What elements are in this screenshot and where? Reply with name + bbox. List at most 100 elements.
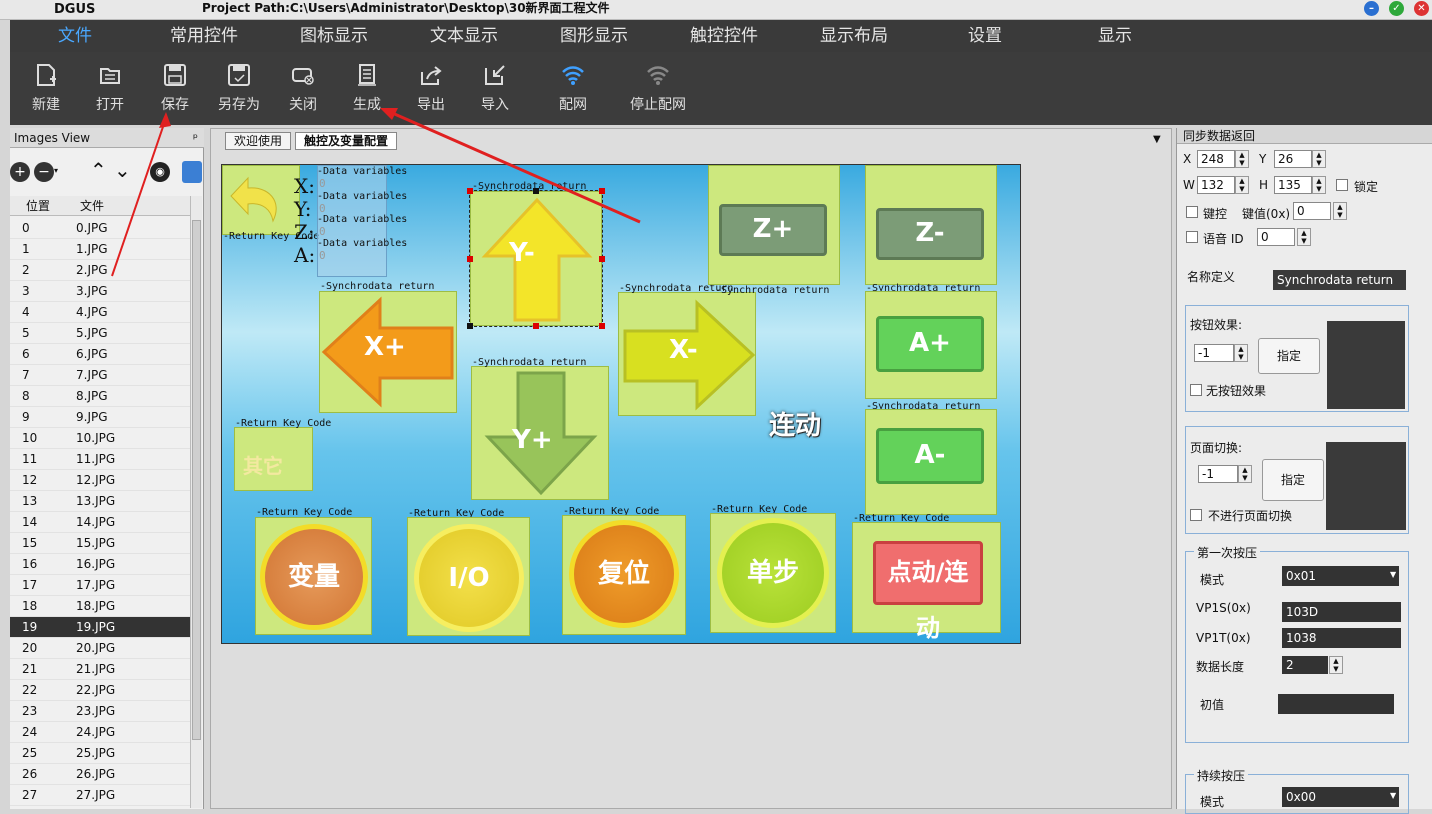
menu-display-layout[interactable]: 显示布局 — [820, 20, 888, 52]
page-switch-assign-button[interactable]: 指定 — [1262, 459, 1324, 501]
list-item[interactable]: 5 5.JPG — [10, 323, 194, 344]
list-item[interactable]: 24 24.JPG — [10, 722, 194, 743]
menu-file[interactable]: 文件 — [58, 20, 92, 52]
down-arrow-icon[interactable]: ⌄ — [114, 158, 131, 182]
list-item[interactable]: 6 6.JPG — [10, 344, 194, 365]
save-button[interactable]: 保存 — [147, 52, 203, 125]
resize-handle[interactable] — [599, 256, 605, 262]
selection-box[interactable] — [469, 190, 603, 327]
w-input[interactable]: 132 — [1197, 176, 1235, 194]
w-spinner[interactable]: ▲ ▼ — [1235, 176, 1249, 194]
list-item[interactable]: 9 9.JPG — [10, 407, 194, 428]
h-input[interactable]: 135 — [1274, 176, 1312, 194]
button-effect-input[interactable]: -1 — [1194, 344, 1234, 362]
other-tile[interactable]: 其它 — [234, 427, 313, 491]
mode-select[interactable]: 0x01 — [1282, 566, 1399, 586]
y-spinner[interactable]: ▲ ▼ — [1312, 150, 1326, 168]
resize-handle[interactable] — [467, 323, 473, 329]
list-item[interactable]: 25 25.JPG — [10, 743, 194, 764]
image-library-icon[interactable] — [182, 161, 202, 183]
import-button[interactable]: 导入 — [467, 52, 523, 125]
list-item[interactable]: 15 15.JPG — [10, 533, 194, 554]
list-item[interactable]: 19 19.JPG — [10, 617, 194, 638]
menu-settings[interactable]: 设置 — [968, 20, 1002, 52]
list-item[interactable]: 7 7.JPG — [10, 365, 194, 386]
vp1t-input[interactable]: 1038 — [1282, 628, 1401, 648]
a-minus-tile[interactable]: A- — [865, 409, 997, 515]
save-as-button[interactable]: 另存为 — [211, 52, 267, 125]
design-canvas[interactable]: -Return Key Code X: Y: Z: A: -Data variable… — [221, 164, 1021, 644]
add-icon[interactable]: + — [10, 162, 30, 182]
no-button-effect-checkbox[interactable] — [1190, 384, 1202, 396]
close-icon[interactable]: ✕ — [1414, 1, 1429, 16]
resize-handle[interactable] — [467, 188, 473, 194]
preview-eye-icon[interactable]: ◉ — [150, 162, 170, 182]
page-switch-input[interactable]: -1 — [1198, 465, 1238, 483]
col-file[interactable]: 文件 — [72, 196, 182, 215]
list-item[interactable]: 23 23.JPG — [10, 701, 194, 722]
menu-text-display[interactable]: 文本显示 — [430, 20, 498, 52]
close-file-button[interactable]: 关闭 — [275, 52, 331, 125]
stop-network-config-button[interactable]: 停止配网 — [622, 52, 694, 125]
datalen-input[interactable]: 2 — [1282, 656, 1328, 674]
list-item[interactable]: 10 10.JPG — [10, 428, 194, 449]
tab-touch-config[interactable]: 触控及变量配置 — [295, 132, 398, 150]
network-config-button[interactable]: 配网 — [545, 52, 601, 125]
z-plus-tile[interactable]: Z+ — [708, 165, 840, 285]
list-item[interactable]: 21 21.JPG — [10, 659, 194, 680]
list-item[interactable]: 2 2.JPG — [10, 260, 194, 281]
button-effect-assign-button[interactable]: 指定 — [1258, 338, 1320, 374]
back-key-tile[interactable] — [222, 165, 300, 235]
col-position[interactable]: 位置 — [10, 196, 72, 215]
name-input[interactable]: Synchrodata return — [1273, 270, 1406, 290]
z-minus-tile[interactable]: Z- — [865, 165, 997, 285]
voice-spinner[interactable]: ▲ ▼ — [1297, 228, 1311, 246]
menu-common-controls[interactable]: 常用控件 — [170, 20, 238, 52]
list-item[interactable]: 13 13.JPG — [10, 491, 194, 512]
keyval-spinner[interactable]: ▲ ▼ — [1333, 202, 1347, 220]
x-spinner[interactable]: ▲ ▼ — [1235, 150, 1249, 168]
voice-checkbox[interactable] — [1186, 231, 1198, 243]
mode2-select[interactable]: 0x00 — [1282, 787, 1399, 807]
remove-icon[interactable]: − — [34, 162, 54, 182]
x-minus-tile[interactable]: X- — [618, 292, 756, 416]
list-item[interactable]: 11 11.JPG — [10, 449, 194, 470]
resize-handle[interactable] — [533, 323, 539, 329]
reset-tile[interactable]: 复位 — [562, 515, 686, 635]
datalen-spinner[interactable]: ▲ ▼ — [1329, 656, 1343, 674]
io-tile[interactable]: I/O — [407, 517, 530, 636]
var-tile[interactable]: 变量 — [255, 517, 372, 635]
list-item[interactable]: 27 27.JPG — [10, 785, 194, 806]
initval-input[interactable] — [1278, 694, 1394, 714]
list-item[interactable]: 17 17.JPG — [10, 575, 194, 596]
list-item[interactable]: 14 14.JPG — [10, 512, 194, 533]
page-switch-spinner[interactable]: ▲ ▼ — [1238, 465, 1252, 483]
list-scrollbar[interactable] — [190, 196, 202, 808]
menu-icon-display[interactable]: 图标显示 — [300, 20, 368, 52]
list-item[interactable]: 22 22.JPG — [10, 680, 194, 701]
lock-checkbox[interactable] — [1336, 179, 1348, 191]
list-item[interactable]: 16 16.JPG — [10, 554, 194, 575]
list-item[interactable]: 8 8.JPG — [10, 386, 194, 407]
scrollbar-thumb[interactable] — [192, 220, 201, 740]
h-spinner[interactable]: ▲ ▼ — [1312, 176, 1326, 194]
a-plus-tile[interactable]: A+ — [865, 291, 997, 399]
pin-icon[interactable]: ᵖ — [193, 128, 198, 148]
y-plus-tile[interactable]: Y+ — [471, 366, 609, 500]
keyctrl-checkbox[interactable] — [1186, 206, 1198, 218]
step-tile[interactable]: 单步 — [710, 513, 836, 633]
mode2-dropdown-icon[interactable]: ▼ — [1390, 791, 1396, 800]
list-item[interactable]: 0 0.JPG — [10, 218, 194, 239]
mode-dropdown-icon[interactable]: ▼ — [1390, 570, 1396, 579]
jog-tile[interactable]: 点动/连动 — [852, 522, 1001, 642]
resize-handle[interactable] — [467, 256, 473, 262]
list-item[interactable]: 18 18.JPG — [10, 596, 194, 617]
open-button[interactable]: 打开 — [82, 52, 138, 125]
list-item[interactable]: 1 1.JPG — [10, 239, 194, 260]
tab-welcome[interactable]: 欢迎使用 — [225, 132, 292, 150]
button-effect-spinner[interactable]: ▲ ▼ — [1234, 344, 1248, 362]
menu-graphic-display[interactable]: 图形显示 — [560, 20, 628, 52]
menu-touch-controls[interactable]: 触控控件 — [690, 20, 758, 52]
maximize-icon[interactable]: ✓ — [1389, 1, 1404, 16]
menu-display[interactable]: 显示 — [1098, 20, 1132, 52]
